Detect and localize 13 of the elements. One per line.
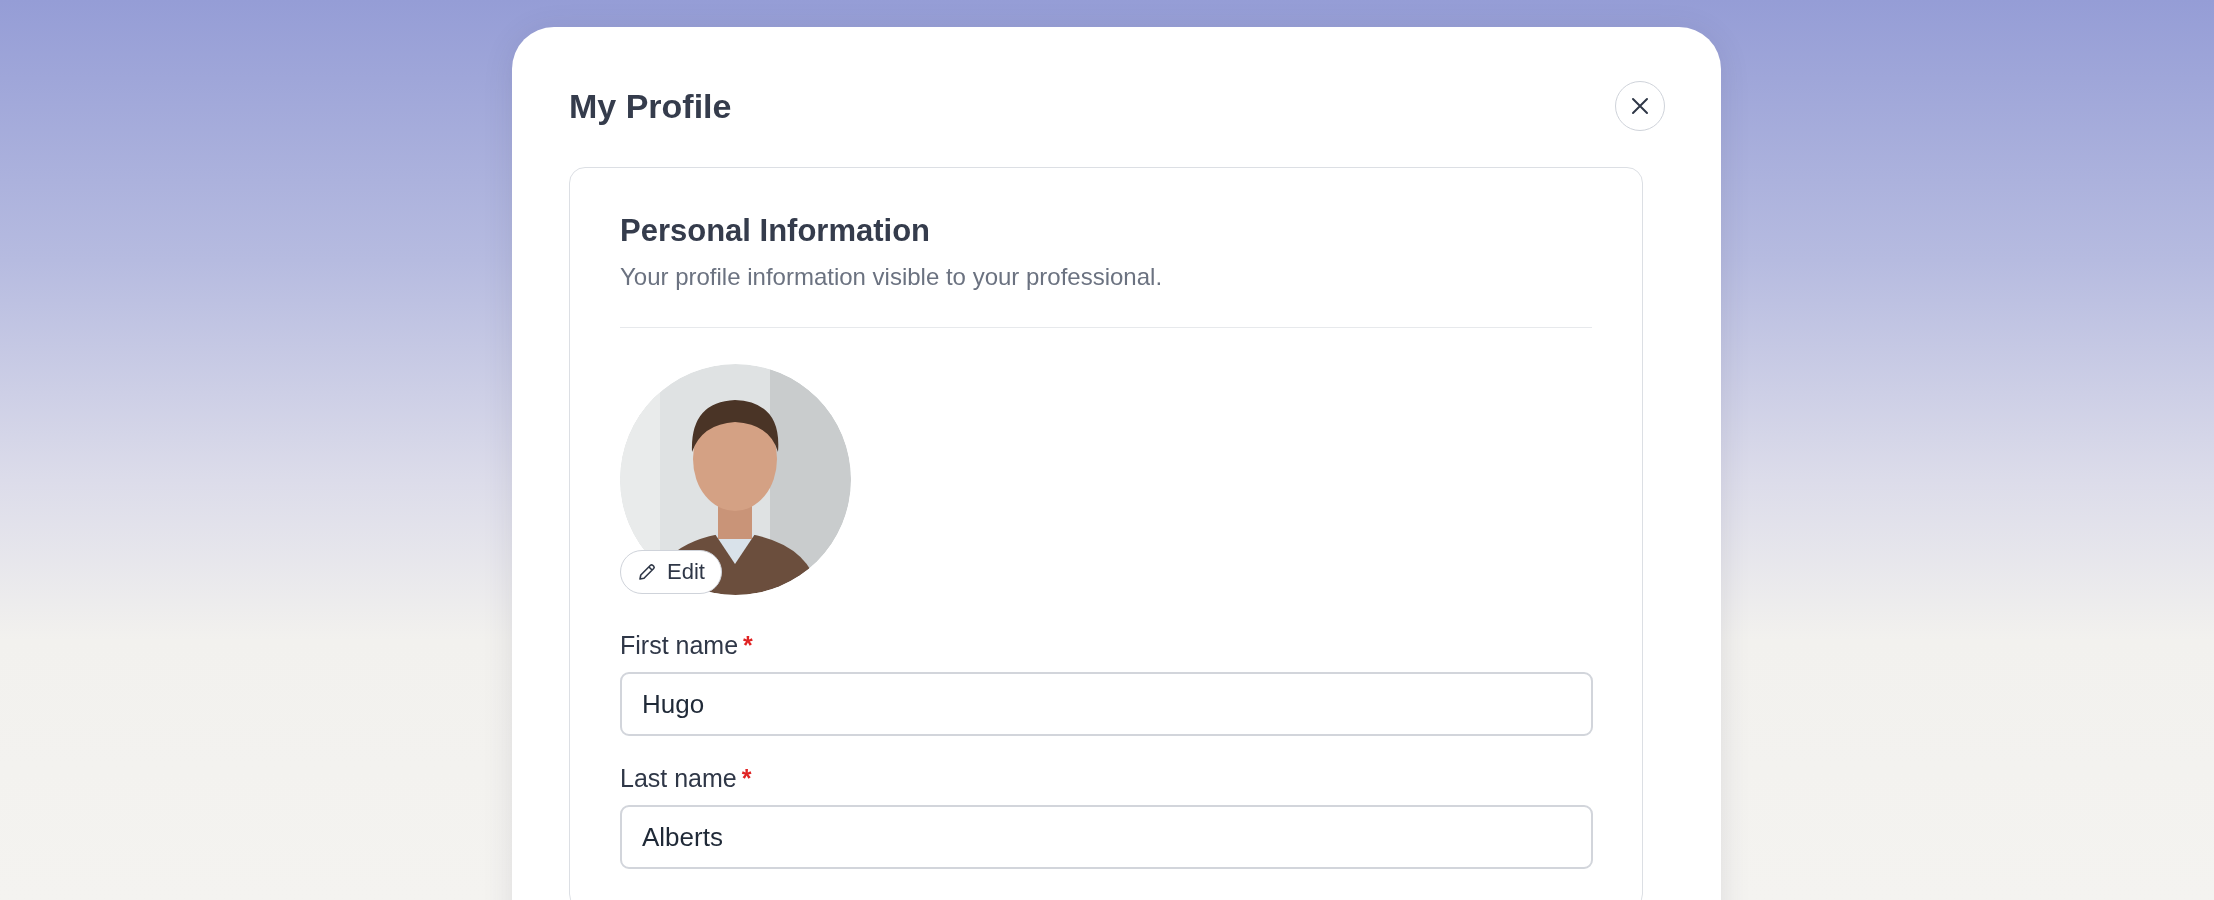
close-button[interactable]: [1615, 81, 1665, 131]
required-mark: *: [743, 631, 753, 661]
field-label: First name: [620, 631, 739, 661]
modal-title: My Profile: [569, 86, 732, 126]
close-icon: [1631, 97, 1649, 115]
section-title: Personal Information: [620, 212, 932, 250]
input-field[interactable]: Alberts: [620, 805, 1593, 870]
required-mark: *: [741, 764, 752, 794]
field-label: Last name: [620, 764, 737, 794]
pencil-icon: [637, 562, 657, 583]
edit-button[interactable]: Edit: [620, 550, 722, 595]
section-description: Your profile information visible to your professional.: [620, 263, 1164, 292]
input-field[interactable]: Hugo: [620, 672, 1593, 737]
